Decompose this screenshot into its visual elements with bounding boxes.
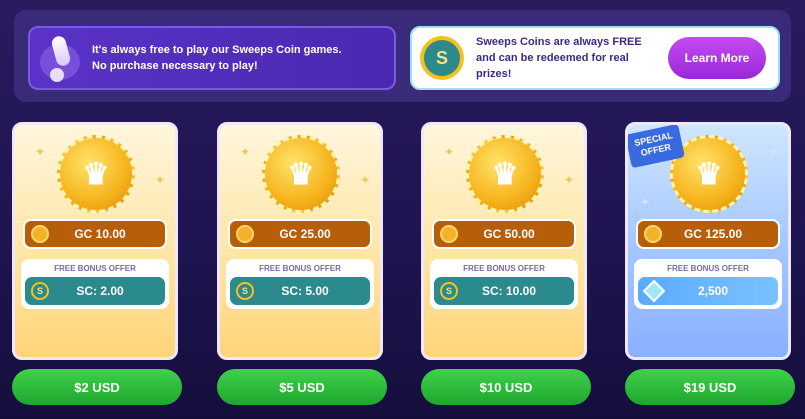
bonus-offer: FREE BONUS OFFER S SC: 2.00	[21, 259, 169, 309]
gold-coin-icon: ♛	[466, 135, 544, 213]
sweeps-coin-mini-icon: S	[236, 282, 254, 300]
bonus-offer: FREE BONUS OFFER S SC: 5.00	[226, 259, 374, 309]
free-play-text: It's always free to play our Sweeps Coin…	[92, 44, 342, 72]
sparkle-icon: ✦	[240, 145, 251, 159]
buy-button[interactable]: $2 USD	[12, 369, 182, 405]
sweeps-coin-mini-icon: S	[440, 282, 458, 300]
gold-coin-mini-icon	[440, 225, 458, 243]
sparkle-icon: ✦	[444, 145, 455, 159]
sparkle-icon: ✦	[35, 145, 46, 159]
sweeps-info-box: S Sweeps Coins are always FREE and can b…	[410, 26, 780, 90]
sweeps-coin-mini-icon: S	[31, 282, 49, 300]
sparkle-icon: ✦	[155, 173, 166, 187]
sweeps-info-text: Sweeps Coins are always FREE and can be …	[476, 36, 642, 80]
learn-more-button[interactable]: Learn More	[668, 37, 766, 79]
gold-coin-mini-icon	[644, 225, 662, 243]
buy-button[interactable]: $5 USD	[217, 369, 387, 405]
sweeps-coin-amount: S SC: 2.00	[25, 277, 165, 305]
gold-coin-mini-icon	[31, 225, 49, 243]
sparkle-icon: ✦	[360, 173, 371, 187]
sweeps-coin-amount: S SC: 10.00	[434, 277, 574, 305]
sparkle-icon: ✦	[640, 195, 651, 209]
bonus-offer: FREE BONUS OFFER S SC: 10.00	[430, 259, 578, 309]
exclamation-icon	[40, 34, 80, 82]
buy-button[interactable]: $10 USD	[421, 369, 591, 405]
gold-coin-amount: GC 10.00	[23, 219, 167, 249]
package-card[interactable]: ✦ ✦ ♛ GC 10.00 FREE BONUS OFFER S SC: 2.…	[12, 122, 178, 360]
gold-coin-amount: GC 125.00	[636, 219, 780, 249]
package-card-special[interactable]: ✦ ✦ ♛ SPECIAL OFFER GC 125.00 FREE BONUS…	[625, 122, 791, 360]
buy-button[interactable]: $19 USD	[625, 369, 795, 405]
sparkle-icon: ✦	[564, 173, 575, 187]
sweeps-coin-icon: S	[420, 36, 464, 80]
gold-coin-amount: GC 50.00	[432, 219, 576, 249]
gold-coin-amount: GC 25.00	[228, 219, 372, 249]
bonus-offer: FREE BONUS OFFER 2,500	[634, 259, 782, 309]
package-card[interactable]: ✦ ✦ ♛ GC 50.00 FREE BONUS OFFER S SC: 10…	[421, 122, 587, 360]
gold-coin-mini-icon	[236, 225, 254, 243]
diamond-amount: 2,500	[638, 277, 778, 305]
sweeps-coin-amount: S SC: 5.00	[230, 277, 370, 305]
free-play-notice: It's always free to play our Sweeps Coin…	[28, 26, 396, 90]
gold-coin-icon: ♛	[57, 135, 135, 213]
package-card[interactable]: ✦ ✦ ♛ GC 25.00 FREE BONUS OFFER S SC: 5.…	[217, 122, 383, 360]
gold-coin-icon: ♛	[262, 135, 340, 213]
sparkle-icon: ✦	[768, 145, 779, 159]
